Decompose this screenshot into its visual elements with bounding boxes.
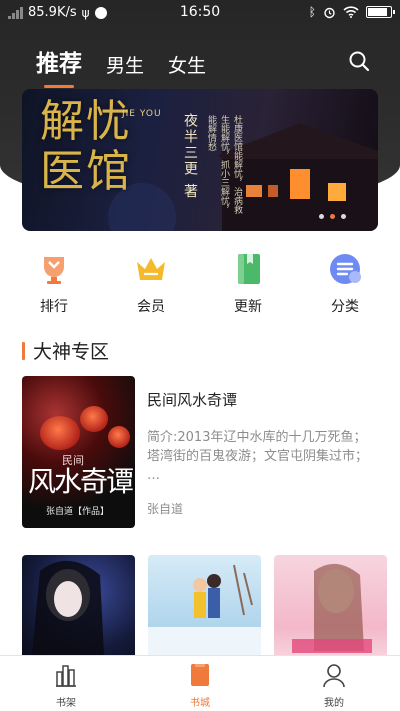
quick-item-categories[interactable]: 分类 — [315, 252, 375, 316]
book-description: 简介:2013年辽中水库的十几万死鱼；塔湾街的百鬼夜游；文官屯阴集过市； … — [147, 430, 369, 483]
bookstore-icon — [191, 664, 209, 686]
crown-icon — [137, 258, 165, 280]
nav-bookstore[interactable]: 书城 — [160, 662, 240, 709]
quick-item-vip[interactable]: 会员 — [121, 252, 181, 316]
section-accent-bar — [22, 341, 25, 360]
status-bar: 85.9K/s ψ 16:50 ᛒ — [0, 0, 400, 26]
bookshelf-icon — [56, 665, 76, 687]
cover-figure — [148, 564, 261, 655]
book-title[interactable]: 民间风水奇谭 — [147, 389, 237, 410]
lantern-decoration — [40, 416, 80, 450]
book-cover[interactable]: 民间 风水奇谭 张自道【作品】 — [22, 376, 135, 528]
pagination-dot[interactable] — [341, 214, 346, 219]
cover-author: 张自道【作品】 — [46, 507, 110, 517]
nav-label: 书架 — [56, 698, 76, 709]
profile-icon — [323, 664, 345, 688]
quick-item-updates[interactable]: 更新 — [218, 252, 278, 316]
pagination-dot[interactable] — [319, 214, 324, 219]
quick-item-label: 更新 — [234, 299, 262, 315]
banner-pinyin: JIE YOU — [122, 109, 162, 119]
nav-profile[interactable]: 我的 — [294, 662, 374, 709]
quick-item-label: 分类 — [331, 299, 359, 315]
pagination-dot[interactable] — [330, 214, 335, 219]
featured-book[interactable]: 民间 风水奇谭 张自道【作品】 民间风水奇谭 简介:2013年辽中水库的十几万死… — [22, 376, 378, 528]
nav-label: 书城 — [190, 698, 210, 709]
cover-calligraphy: 风水奇谭 — [28, 465, 134, 498]
quick-item-label: 会员 — [137, 299, 165, 315]
wifi-icon — [343, 6, 359, 18]
banner-blurb: 杜康医馆能解忧，治病救生能解忧，抓小三解忧，能解情愁 — [206, 115, 242, 214]
featured-banner[interactable]: 解忧医馆 JIE YOU 夜半三更 著 杜康医馆能解忧，治病救生能解忧，抓小三解… — [22, 89, 378, 231]
bluetooth-icon: ᛒ — [308, 5, 316, 19]
section-title: 大神专区 — [33, 341, 110, 363]
section-header: 大神专区 — [22, 337, 109, 364]
cover-figure — [292, 563, 372, 653]
bookstore-page: 85.9K/s ψ 16:50 ᛒ 推荐 男生 女生 解忧医馆 JIE YOU … — [0, 0, 400, 711]
nav-label: 我的 — [324, 698, 344, 709]
lantern-decoration — [80, 406, 108, 432]
lantern-decoration — [108, 426, 130, 448]
search-icon[interactable] — [348, 50, 370, 72]
banner-pagination — [319, 214, 346, 219]
book-update-icon — [238, 254, 260, 284]
quick-item-ranking[interactable]: 排行 — [24, 252, 84, 316]
gender-tabs: 推荐 男生 女生 — [36, 44, 206, 88]
book-grid — [22, 555, 387, 675]
banner-author: 夜半三更 著 — [182, 113, 198, 200]
quick-item-label: 排行 — [40, 299, 68, 315]
alarm-icon — [324, 7, 335, 18]
tab-female[interactable]: 女生 — [168, 51, 206, 78]
tab-recommend[interactable]: 推荐 — [36, 44, 82, 88]
book-author: 张自道 — [147, 502, 184, 516]
battery-icon — [366, 6, 395, 18]
nav-bookshelf[interactable]: 书架 — [26, 662, 106, 709]
cover-figure — [32, 560, 104, 655]
trophy-icon — [44, 257, 64, 284]
quick-menu: 排行 会员 更新 分类 — [0, 252, 400, 316]
category-icon — [330, 254, 361, 284]
tab-male[interactable]: 男生 — [106, 51, 144, 78]
bottom-navigation: 书架 书城 我的 — [0, 655, 400, 711]
